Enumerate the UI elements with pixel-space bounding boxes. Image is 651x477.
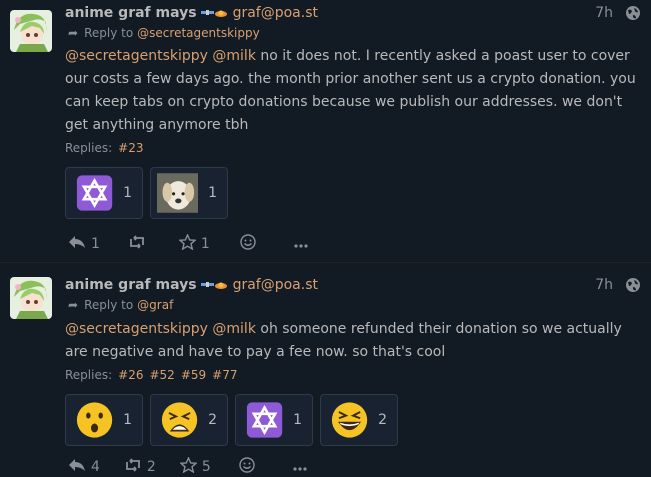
reaction-count: 1: [293, 412, 302, 428]
reply-count: 1: [91, 236, 100, 252]
smile-icon: [239, 457, 255, 477]
reaction-button[interactable]: 2: [150, 394, 228, 446]
star-icon: [179, 456, 198, 477]
mention-links[interactable]: @secretagentskippy @milk: [65, 321, 256, 337]
author-name[interactable]: anime graf mays: [65, 277, 197, 293]
reply-to: ➦ Reply to @graf: [68, 296, 173, 314]
ellipsis-icon: [294, 236, 308, 252]
status-content: @secretagentskippy @milk no it does not.…: [65, 45, 640, 137]
weary-face-emoji: [161, 402, 198, 438]
globe-icon: [625, 277, 641, 293]
reply-to: ➦ Reply to @secretagentskippy: [68, 24, 260, 42]
reply-link[interactable]: #26: [118, 368, 143, 382]
favorite-button[interactable]: 5: [179, 456, 211, 477]
reaction-button[interactable]: 2: [320, 394, 398, 446]
dog-emoji: [157, 173, 199, 213]
favorite-count: 5: [201, 459, 211, 475]
reaction-count: 1: [208, 185, 217, 201]
timestamp[interactable]: 7h: [595, 5, 613, 21]
reaction-count: 1: [123, 185, 132, 201]
author-handle[interactable]: graf@poa.st: [233, 277, 318, 293]
reaction-count: 2: [208, 412, 217, 428]
reaction-button[interactable]: 1: [150, 167, 228, 219]
reply-link[interactable]: #59: [181, 368, 206, 382]
reply-to-link[interactable]: @graf: [137, 298, 173, 312]
emoji-reactions: 1 2 1 2: [65, 394, 398, 446]
star-of-david-emoji: [246, 402, 283, 438]
star-of-david-emoji: [76, 175, 113, 211]
reply-icon: [68, 235, 86, 253]
satellite-rocket-icon: [200, 6, 228, 20]
smile-icon: [240, 234, 256, 254]
star-icon: [178, 233, 197, 254]
laughing-face-emoji: [331, 402, 368, 438]
replies-list: Replies: #26 #52 #59 #77: [65, 367, 237, 383]
replies-list: Replies: #23: [65, 140, 143, 156]
reply-to-link[interactable]: @secretagentskippy: [137, 26, 260, 40]
author-name[interactable]: anime graf mays: [65, 5, 197, 21]
reaction-count: 1: [123, 412, 132, 428]
avatar[interactable]: [10, 10, 52, 52]
status-divider: [0, 262, 651, 263]
reply-count: 4: [91, 459, 100, 475]
reply-link[interactable]: #23: [118, 141, 143, 155]
mention-links[interactable]: @secretagentskippy @milk: [65, 48, 256, 64]
reply-arrow-icon: ➦: [68, 298, 79, 312]
replies-label: Replies:: [65, 368, 113, 382]
status-actions: 1 1: [68, 233, 308, 254]
reply-button[interactable]: 1: [68, 235, 100, 253]
avatar[interactable]: [10, 277, 52, 319]
status-actions: 4 2 5: [68, 456, 307, 477]
retweet-icon: [128, 235, 146, 253]
timestamp[interactable]: 7h: [595, 277, 613, 293]
reaction-button[interactable]: 1: [65, 167, 143, 219]
reaction-count: 2: [378, 412, 387, 428]
status-post: anime graf mays graf@poa.st 7h ➦ Reply t…: [0, 270, 651, 477]
reply-arrow-icon: ➦: [68, 26, 79, 40]
status-header: anime graf mays graf@poa.st 7h: [65, 275, 651, 295]
retweet-icon: [124, 458, 142, 476]
favorite-count: 1: [200, 236, 210, 252]
ellipsis-icon: [293, 459, 307, 475]
reaction-button[interactable]: 1: [235, 394, 313, 446]
reply-button[interactable]: 4: [68, 458, 100, 476]
replies-label: Replies:: [65, 141, 113, 155]
author-handle[interactable]: graf@poa.st: [233, 5, 318, 21]
status-header: anime graf mays graf@poa.st 7h: [65, 3, 651, 23]
more-button[interactable]: [293, 459, 307, 475]
reply-link[interactable]: #77: [212, 368, 237, 382]
reply-icon: [68, 458, 86, 476]
status-post: anime graf mays graf@poa.st 7h ➦ Reply t…: [0, 0, 651, 262]
favorite-button[interactable]: 1: [178, 233, 210, 254]
repeat-count: 2: [146, 459, 156, 475]
reply-link[interactable]: #52: [149, 368, 174, 382]
emoji-reactions: 1 1: [65, 167, 228, 219]
react-button[interactable]: [240, 234, 256, 254]
reply-to-label: Reply to: [84, 26, 134, 40]
repeat-button[interactable]: 2: [124, 458, 156, 476]
hushed-face-emoji: [76, 402, 113, 438]
react-button[interactable]: [239, 457, 255, 477]
repeat-button[interactable]: [128, 235, 151, 253]
reaction-button[interactable]: 1: [65, 394, 143, 446]
satellite-rocket-icon: [200, 278, 228, 292]
globe-icon: [625, 5, 641, 21]
more-button[interactable]: [294, 236, 308, 252]
status-content: @secretagentskippy @milk oh someone refu…: [65, 318, 640, 364]
reply-to-label: Reply to: [84, 298, 134, 312]
